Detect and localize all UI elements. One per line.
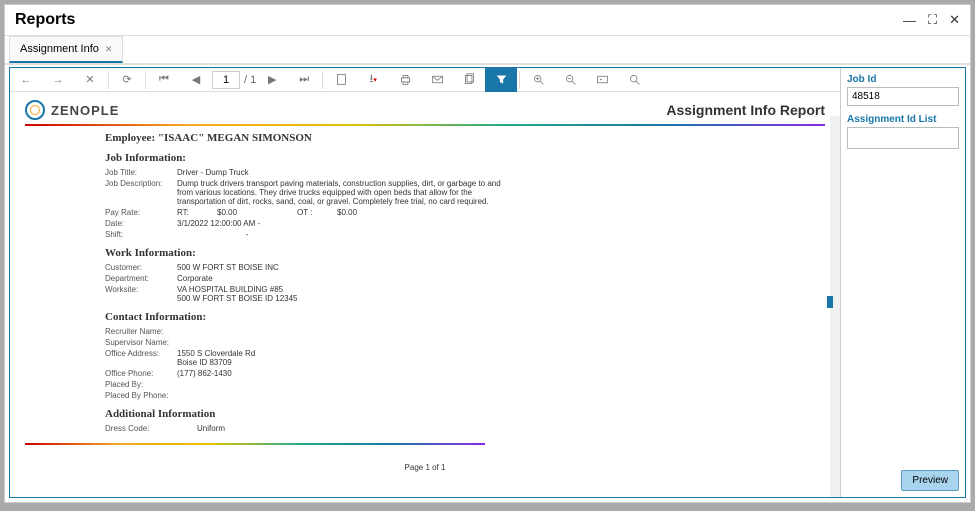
parameters-panel: Job Id Assignment Id List Preview: [840, 68, 965, 497]
pane-collapse-icon[interactable]: [827, 296, 833, 308]
worksite-line1: VA HOSPITAL BUILDING #85: [177, 285, 517, 294]
logo-icon: [25, 100, 45, 120]
preview-button[interactable]: Preview: [901, 470, 959, 491]
customer-value: 500 W FORT ST BOISE INC: [177, 263, 517, 272]
date-label: Date:: [105, 219, 177, 228]
office-phone-value: (177) 862-1430: [177, 369, 517, 378]
copy-icon[interactable]: [453, 68, 485, 92]
window-title: Reports: [15, 11, 75, 29]
watermark-icon[interactable]: [586, 68, 618, 92]
section-job: Job Information:: [105, 152, 825, 164]
dress-value: Uniform: [177, 424, 517, 433]
brand-name: ZENOPLE: [51, 103, 119, 118]
report-title: Assignment Info Report: [666, 102, 825, 118]
maximize-icon[interactable]: ⛶: [928, 12, 937, 28]
dept-value: Corporate: [177, 274, 517, 283]
employee-name: "ISAAC" MEGAN SIMONSON: [158, 132, 312, 144]
office-addr-label: Office Address:: [105, 349, 177, 367]
employee-label: Employee:: [105, 132, 155, 144]
shift-label: Shift:: [105, 230, 177, 239]
recruiter-label: Recruiter Name:: [105, 327, 177, 336]
placed-by-phone-value: [177, 391, 517, 400]
dept-label: Department:: [105, 274, 177, 283]
section-work: Work Information:: [105, 247, 825, 259]
divider: [25, 124, 825, 126]
pay-rt-label: RT:: [177, 208, 217, 217]
close-icon[interactable]: ✕: [949, 12, 960, 28]
stop-icon[interactable]: ✕: [74, 68, 106, 92]
document-area: ZENOPLE Assignment Info Report Employee:…: [10, 92, 840, 497]
assignment-list-label: Assignment Id List: [847, 114, 959, 125]
divider-bottom: [25, 443, 485, 445]
refresh-icon[interactable]: ⟳: [111, 68, 143, 92]
assignment-list-input[interactable]: [847, 127, 959, 149]
zoom-out-icon[interactable]: [554, 68, 586, 92]
scrollbar[interactable]: [830, 116, 840, 497]
shift-value: -: [177, 230, 317, 239]
worksite-label: Worksite:: [105, 285, 177, 303]
parameters-icon[interactable]: [485, 68, 517, 92]
office-phone-label: Office Phone:: [105, 369, 177, 378]
section-contact: Contact Information:: [105, 311, 825, 323]
forward-icon[interactable]: →: [42, 68, 74, 92]
back-icon[interactable]: ←: [10, 68, 42, 92]
jobid-input[interactable]: [847, 87, 959, 106]
tab-close-icon[interactable]: ✕: [105, 44, 113, 55]
titlebar: Reports — ⛶ ✕: [5, 5, 970, 36]
next-page-icon[interactable]: ▶: [256, 68, 288, 92]
job-desc-label: Job Description:: [105, 179, 177, 206]
search-icon[interactable]: [618, 68, 650, 92]
jobid-label: Job Id: [847, 74, 959, 85]
placed-by-label: Placed By:: [105, 380, 177, 389]
pay-ot: $0.00: [337, 208, 377, 217]
page-setup-icon[interactable]: [325, 68, 357, 92]
prev-page-icon[interactable]: ◀: [180, 68, 212, 92]
section-additional: Additional Information: [105, 408, 825, 420]
job-desc: Dump truck drivers transport paving mate…: [177, 179, 517, 206]
minimize-icon[interactable]: —: [903, 13, 916, 28]
zoom-in-icon[interactable]: [522, 68, 554, 92]
office-addr-line1: 1550 S Cloverdale Rd: [177, 349, 517, 358]
job-title: Driver - Dump Truck: [177, 168, 517, 177]
pay-rt: $0.00: [217, 208, 257, 217]
print-icon[interactable]: [389, 68, 421, 92]
date-value: 3/1/2022 12:00:00 AM -: [177, 219, 517, 228]
page-footer: Page 1 of 1: [25, 463, 825, 472]
last-page-icon[interactable]: ⏭: [288, 68, 320, 92]
placed-by-phone-label: Placed By Phone:: [105, 391, 177, 400]
page-total: / 1: [244, 74, 256, 86]
first-page-icon[interactable]: ⏮: [148, 68, 180, 92]
tab-label: Assignment Info: [20, 43, 99, 55]
job-title-label: Job Title:: [105, 168, 177, 177]
report-toolbar: ← → ✕ ⟳ ⏮ ◀ / 1 ▶ ⏭ ⭳▾: [10, 68, 840, 92]
export-icon[interactable]: ⭳▾: [357, 68, 389, 92]
page-input[interactable]: [212, 71, 240, 89]
email-icon[interactable]: [421, 68, 453, 92]
tab-bar: Assignment Info ✕: [5, 36, 970, 65]
supervisor-value: [177, 338, 517, 347]
worksite-line2: 500 W FORT ST BOISE ID 12345: [177, 294, 517, 303]
customer-label: Customer:: [105, 263, 177, 272]
pay-rate-label: Pay Rate:: [105, 208, 177, 217]
office-addr-line2: Boise ID 83709: [177, 358, 517, 367]
recruiter-value: [177, 327, 517, 336]
pay-ot-label: OT :: [297, 208, 337, 217]
supervisor-label: Supervisor Name:: [105, 338, 177, 347]
placed-by-value: [177, 380, 517, 389]
dress-label: Dress Code:: [105, 424, 177, 433]
tab-assignment-info[interactable]: Assignment Info ✕: [9, 36, 123, 63]
brand-logo: ZENOPLE: [25, 100, 119, 120]
